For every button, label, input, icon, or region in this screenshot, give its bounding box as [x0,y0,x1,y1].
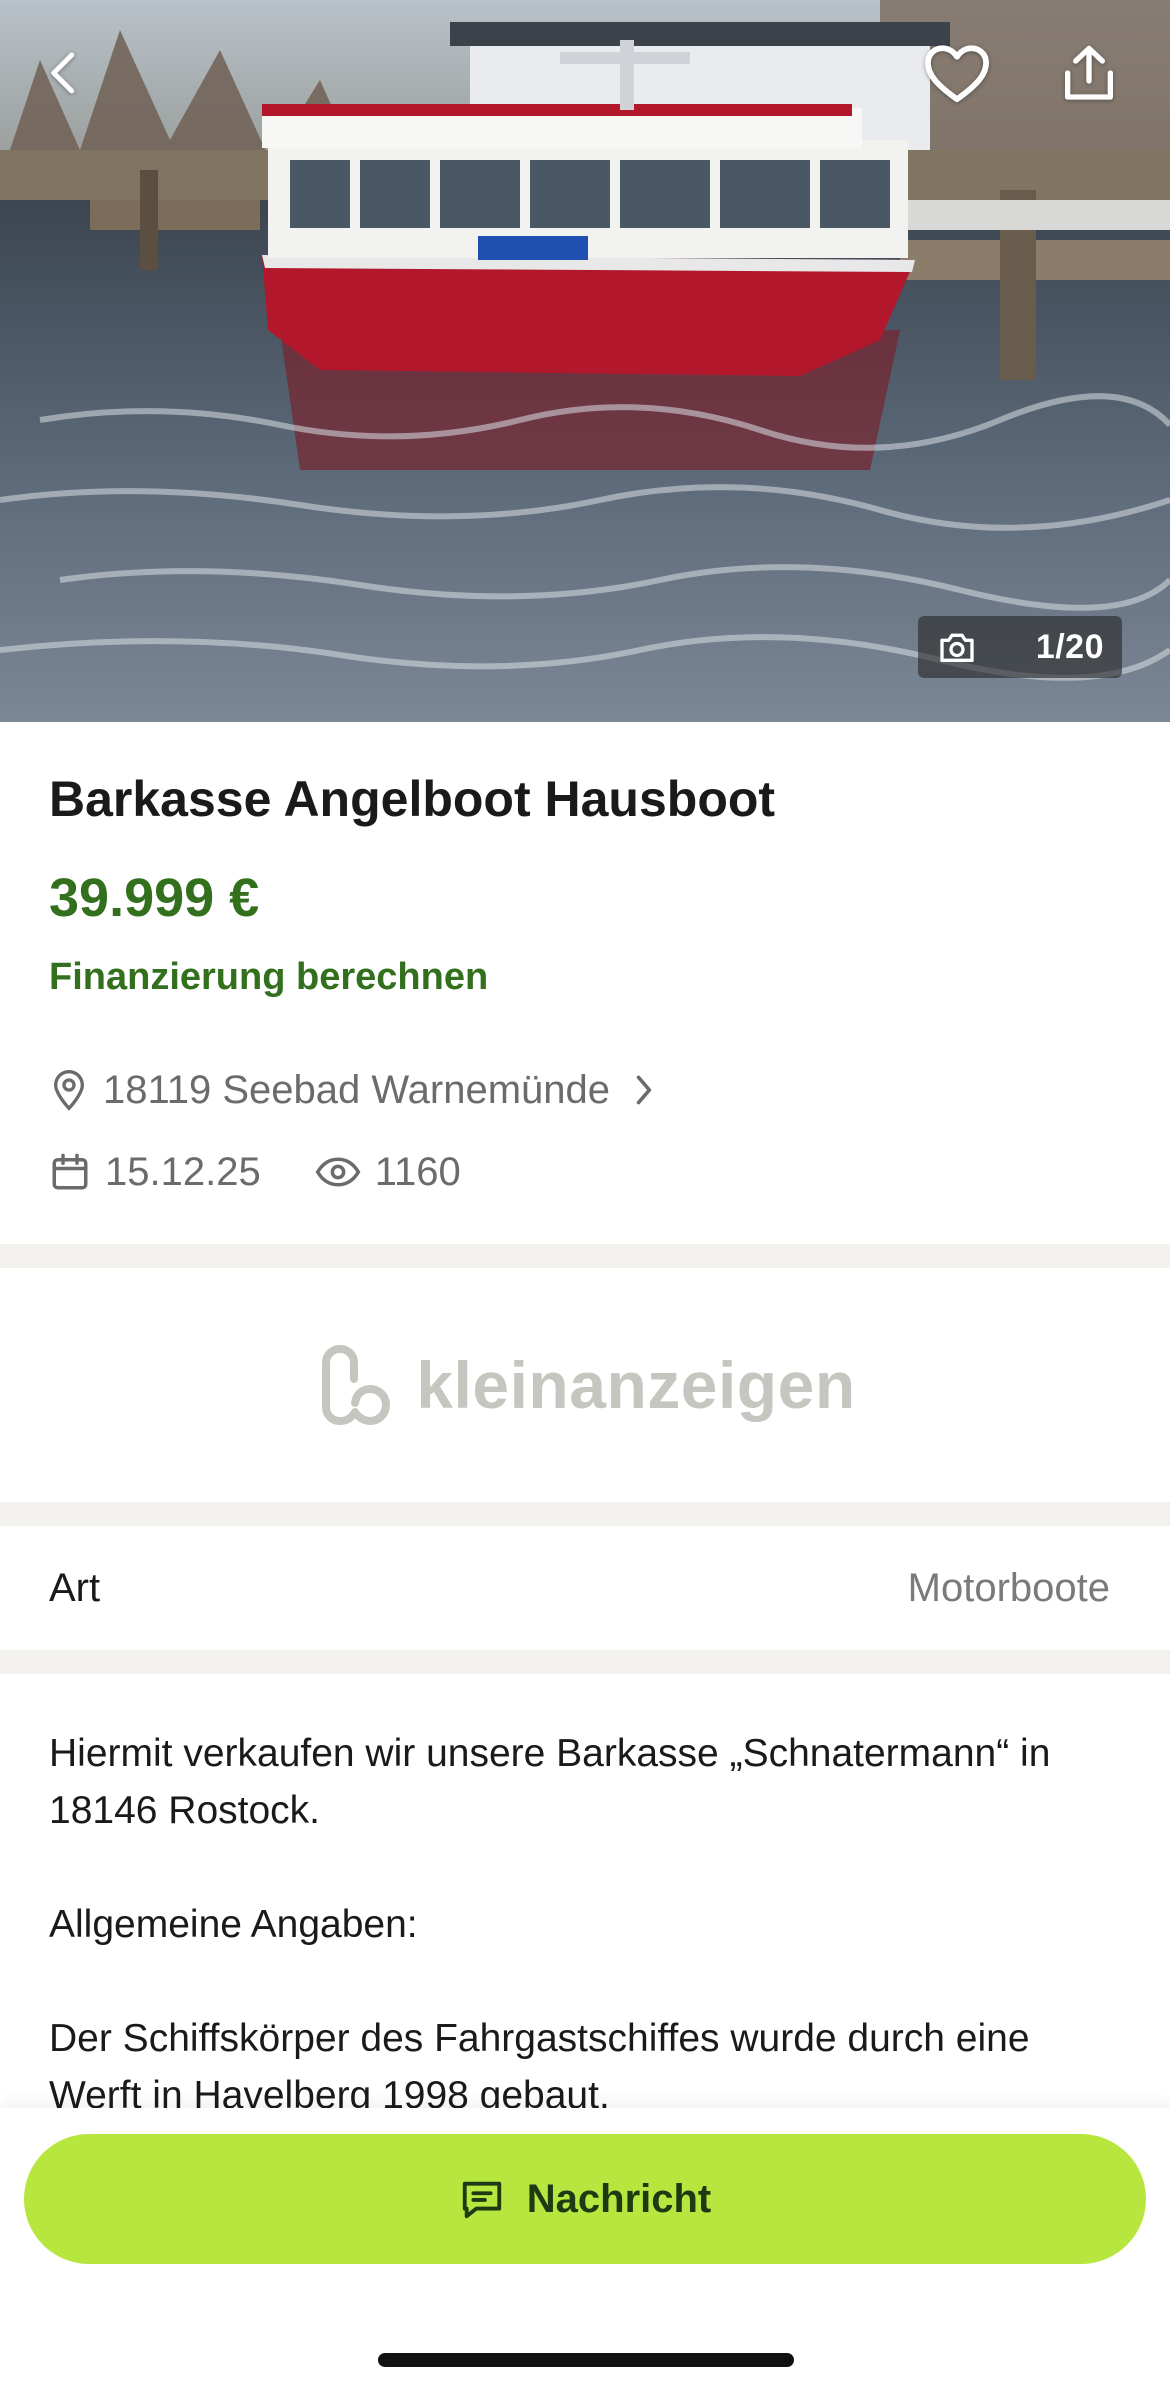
hero-image-gallery[interactable]: 1/20 [0,0,1170,722]
favorite-button[interactable] [912,28,1002,118]
location-row[interactable]: 18119 Seebad Warnemünde [49,1062,656,1118]
section-divider [0,1650,1170,1674]
finance-calculator-link[interactable]: Finanzierung berechnen [49,956,488,999]
camera-icon [936,629,978,665]
posted-date: 15.12.25 [105,1149,261,1194]
attribute-value: Motorboote [907,1565,1110,1610]
description-paragraph: Allgemeine Angaben: [49,1903,418,1946]
share-button[interactable] [1044,28,1134,118]
location-text: 18119 Seebad Warnemünde [103,1067,611,1112]
listing-details: Barkasse Angelboot Hausboot 39.999 € Fin… [0,722,1170,1244]
listing-title: Barkasse Angelboot Hausboot [49,771,776,827]
eye-icon [315,1157,361,1187]
image-counter-text: 1/20 [1035,627,1104,666]
views-counter: 1160 [315,1150,461,1195]
home-indicator[interactable] [378,2353,794,2367]
bottom-action-bar: Nachricht [0,2108,1170,2391]
brand-banner: kleinanzeigen [0,1268,1170,1502]
image-counter-badge: 1/20 [918,616,1122,678]
message-icon [462,2181,501,2219]
kleinanzeigen-logo-icon [322,1344,391,1425]
description-paragraph: Der Schiffskörper des Fahrgastschiffes w… [49,2017,1030,2117]
share-icon [1065,45,1113,100]
attribute-row-art: Art Motorboote [0,1526,1170,1650]
heart-icon [925,45,989,103]
views-count: 1160 [374,1149,461,1194]
attribute-key: Art [49,1565,101,1610]
description-paragraph: Hiermit verkaufen wir unsere Barkasse „S… [49,1732,1051,1832]
brand-wordmark: kleinanzeigen [416,1348,856,1422]
chevron-right-icon [632,1072,656,1108]
message-button-label: Nachricht [526,2176,712,2221]
section-divider [0,1244,1170,1268]
calendar-icon [52,1153,88,1190]
meta-row: 15.12.25 1160 [49,1144,461,1200]
section-divider [0,1502,1170,1526]
listing-price: 39.999 € [49,868,260,928]
location-pin-icon [53,1069,85,1111]
message-button[interactable]: Nachricht [24,2134,1146,2264]
back-button[interactable] [20,28,110,118]
chevron-left-icon [51,52,75,94]
